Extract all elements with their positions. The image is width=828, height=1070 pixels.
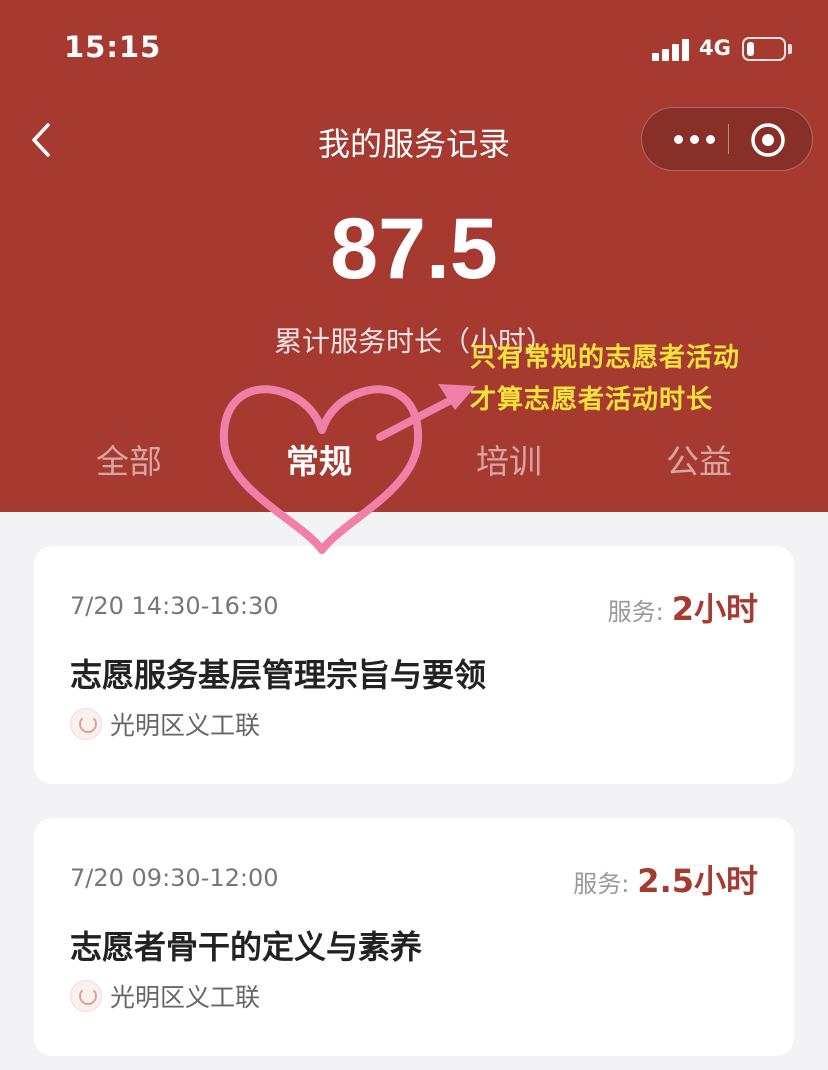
- signal-icon: [652, 39, 692, 61]
- organizer-logo-icon: [70, 980, 102, 1012]
- record-duration-value: 2.5小时: [637, 862, 758, 900]
- more-dots-icon: [706, 135, 715, 144]
- record-card[interactable]: 7/20 09:30-12:00 服务: 2.5小时 志愿者骨干的定义与素养 光明…: [34, 818, 794, 1056]
- tab-all[interactable]: 全部: [49, 435, 209, 483]
- record-time: 7/20 14:30-16:30: [70, 592, 279, 620]
- target-close-icon: [751, 123, 785, 157]
- tab-regular[interactable]: 常规: [239, 435, 399, 483]
- tab-charity[interactable]: 公益: [619, 435, 779, 483]
- record-title: 志愿者骨干的定义与素养: [70, 928, 423, 966]
- tab-training[interactable]: 培训: [429, 435, 589, 483]
- record-organizer: 光明区义工联: [70, 978, 260, 1014]
- record-duration-value: 2小时: [671, 590, 758, 628]
- status-time: 15:15: [64, 30, 162, 64]
- organizer-logo-icon: [70, 708, 102, 740]
- battery-level: [747, 42, 754, 56]
- annotation-text: 只有常规的志愿者活动 才算志愿者活动时长: [470, 337, 740, 421]
- total-hours-value: 87.5: [330, 201, 498, 297]
- more-dots-icon: [674, 135, 683, 144]
- record-organizer: 光明区义工联: [70, 706, 260, 742]
- record-duration: 服务: 2小时: [608, 584, 758, 630]
- battery-cap: [788, 44, 792, 54]
- more-button[interactable]: [660, 108, 730, 170]
- network-label: 4G: [699, 36, 731, 60]
- record-duration-label: 服务:: [573, 870, 630, 898]
- battery-icon: [742, 37, 786, 61]
- record-card[interactable]: 7/20 14:30-16:30 服务: 2小时 志愿服务基层管理宗旨与要领 光明…: [34, 546, 794, 784]
- close-button[interactable]: [748, 120, 788, 160]
- organizer-name: 光明区义工联: [110, 983, 261, 1012]
- annotation-line-2: 才算志愿者活动时长: [470, 385, 714, 415]
- annotation-line-1: 只有常规的志愿者活动: [470, 343, 741, 373]
- mini-program-capsule: [641, 107, 813, 171]
- organizer-name: 光明区义工联: [110, 711, 261, 740]
- record-time: 7/20 09:30-12:00: [70, 864, 279, 892]
- more-dots-icon: [690, 135, 699, 144]
- tab-bar: 全部 常规 培训 公益: [0, 435, 828, 495]
- record-duration: 服务: 2.5小时: [573, 856, 758, 902]
- capsule-divider: [728, 124, 729, 154]
- record-duration-label: 服务:: [607, 598, 664, 626]
- record-title: 志愿服务基层管理宗旨与要领: [70, 656, 487, 694]
